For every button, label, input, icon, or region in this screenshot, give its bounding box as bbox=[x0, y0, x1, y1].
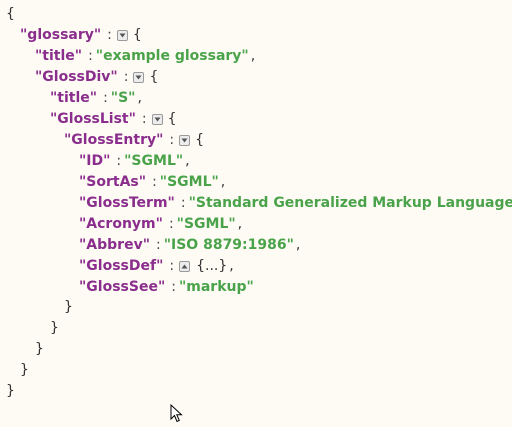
colon: : bbox=[88, 48, 93, 64]
entry-line: "Abbrev" : "ISO 8879:1986" , bbox=[79, 235, 300, 256]
glossary-key: "glossary" bbox=[20, 27, 102, 43]
mouse-pointer-icon bbox=[170, 403, 184, 427]
root-close-brace: } bbox=[6, 383, 15, 399]
entry-value: "SGML" bbox=[176, 216, 236, 232]
colon: : bbox=[169, 132, 175, 148]
glossentry-line: "GlossEntry" : { bbox=[64, 130, 204, 151]
glosslist-open-brace: { bbox=[167, 111, 177, 127]
json-viewer: { "glossary" : { "title" : "example glos… bbox=[0, 0, 512, 423]
entry-key: "Abbrev" bbox=[79, 237, 150, 253]
glossary-open-brace: { bbox=[132, 27, 142, 43]
glossdiv-title-value: "S" bbox=[110, 90, 136, 106]
entry-line: "SortAs" : "SGML" , bbox=[79, 172, 225, 193]
entry-key: "SortAs" bbox=[79, 174, 147, 190]
root-close-line: } bbox=[6, 381, 15, 402]
entry-line: "ID" : "SGML" , bbox=[79, 151, 190, 172]
entry-key: "GlossTerm" bbox=[79, 195, 175, 211]
colon: : bbox=[141, 111, 147, 127]
comma: , bbox=[185, 153, 190, 169]
collapse-toggle-icon[interactable] bbox=[179, 135, 191, 146]
glossdiv-close-line: } bbox=[35, 339, 44, 360]
collapse-toggle-icon[interactable] bbox=[116, 30, 128, 41]
collapse-toggle-icon[interactable] bbox=[151, 114, 163, 125]
glossdef-collapsed[interactable]: {...} bbox=[196, 256, 227, 277]
glosslist-close-brace: } bbox=[50, 320, 59, 336]
glosssee-key: "GlossSee" bbox=[79, 279, 166, 295]
colon: : bbox=[168, 216, 174, 232]
glossdiv-line: "GlossDiv" : { bbox=[35, 67, 158, 88]
glossdiv-close-brace: } bbox=[35, 341, 44, 357]
title-value: "example glossary" bbox=[95, 48, 249, 64]
entry-value: "SGML" bbox=[124, 153, 184, 169]
colon: : bbox=[116, 153, 122, 169]
glossdef-line: "GlossDef" : {...} , bbox=[79, 256, 234, 277]
glossary-close-line: } bbox=[20, 360, 29, 381]
comma: , bbox=[220, 174, 226, 190]
comma: , bbox=[229, 258, 234, 274]
colon: : bbox=[107, 27, 112, 43]
colon: : bbox=[171, 279, 176, 295]
glossdiv-key: "GlossDiv" bbox=[35, 69, 118, 85]
expand-toggle-icon[interactable] bbox=[179, 261, 191, 272]
colon: : bbox=[156, 237, 161, 253]
colon: : bbox=[152, 174, 157, 190]
root-open-line: { bbox=[6, 4, 15, 25]
colon: : bbox=[169, 258, 175, 274]
entry-value: "Standard Generalized Markup Language" bbox=[188, 195, 512, 211]
glossary-line: "glossary" : { bbox=[20, 25, 142, 46]
colon: : bbox=[103, 90, 108, 106]
root-open-brace: { bbox=[6, 6, 15, 22]
entry-value: "SGML" bbox=[159, 174, 219, 190]
comma: , bbox=[250, 48, 256, 64]
glossentry-key: "GlossEntry" bbox=[64, 132, 164, 148]
entry-key: "ID" bbox=[79, 153, 111, 169]
entry-key: "Acronym" bbox=[79, 216, 163, 232]
glossary-close-brace: } bbox=[20, 362, 29, 378]
glossentry-close-brace: } bbox=[64, 299, 73, 315]
colon: : bbox=[180, 195, 186, 211]
glossdef-key: "GlossDef" bbox=[79, 258, 164, 274]
glosslist-close-line: } bbox=[50, 318, 59, 339]
glosssee-value: "markup" bbox=[178, 279, 254, 295]
comma: , bbox=[295, 237, 301, 253]
glossdiv-title-line: "title" : "S" , bbox=[50, 88, 142, 109]
glossdiv-open-brace: { bbox=[149, 69, 159, 85]
glossentry-open-brace: { bbox=[195, 132, 205, 148]
comma: , bbox=[137, 90, 142, 106]
glossentry-close-line: } bbox=[64, 297, 73, 318]
title-key: "title" bbox=[35, 48, 83, 64]
glosssee-line: "GlossSee" : "markup" bbox=[79, 277, 254, 298]
entry-line: "Acronym" : "SGML" , bbox=[79, 214, 242, 235]
entry-line: "GlossTerm" : "Standard Generalized Mark… bbox=[79, 193, 512, 214]
colon: : bbox=[123, 69, 129, 85]
title-line: "title" : "example glossary" , bbox=[35, 46, 255, 67]
entry-value: "ISO 8879:1986" bbox=[163, 237, 294, 253]
comma: , bbox=[237, 216, 243, 232]
collapse-toggle-icon[interactable] bbox=[133, 72, 145, 83]
glosslist-line: "GlossList" : { bbox=[50, 109, 177, 130]
glossdiv-title-key: "title" bbox=[50, 90, 98, 106]
glosslist-key: "GlossList" bbox=[50, 111, 136, 127]
